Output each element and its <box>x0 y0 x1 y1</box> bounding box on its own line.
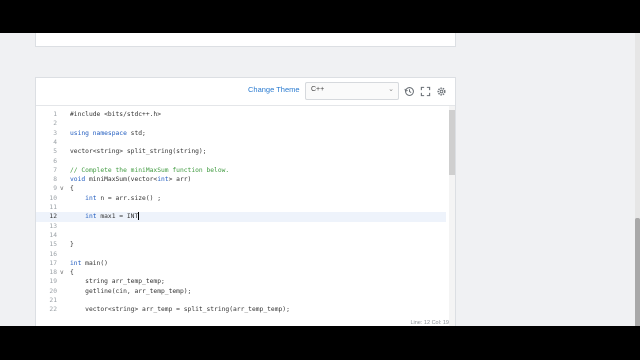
editor-scrollbar[interactable] <box>449 106 455 326</box>
editor-scrollbar-thumb[interactable] <box>449 110 455 175</box>
line-number: 7 <box>53 166 57 174</box>
code-line[interactable]: 13 <box>36 222 446 231</box>
line-number: 2 <box>53 120 57 128</box>
code-line[interactable]: 21 <box>36 296 446 305</box>
code-line[interactable]: 5 vector<string> split_string(string); <box>36 147 446 156</box>
line-number: 13 <box>49 222 57 230</box>
code-line[interactable]: 2 <box>36 119 446 128</box>
line-number: 11 <box>49 204 57 211</box>
chevron-down-icon: ⌄ <box>388 86 394 93</box>
line-number: 10 <box>49 194 57 202</box>
fullscreen-icon[interactable] <box>420 86 431 97</box>
code-text: { <box>70 269 74 277</box>
text-cursor <box>138 212 140 221</box>
change-theme-link[interactable]: Change Theme <box>248 85 300 94</box>
line-number: 22 <box>49 306 57 314</box>
code-text: // Complete the miniMaxSum function belo… <box>70 166 230 174</box>
code-line[interactable]: 19 string arr_temp_temp; <box>36 277 446 286</box>
code-line[interactable]: 22 vector<string> arr_temp = split_strin… <box>36 305 446 314</box>
fold-toggle-icon[interactable]: v <box>60 184 64 193</box>
code-text: void miniMaxSum(vector<int> arr) <box>70 176 192 184</box>
code-text: vector<string> arr_temp = split_string(a… <box>70 306 290 314</box>
code-text: int main() <box>70 259 108 267</box>
line-number: 18 <box>49 269 57 277</box>
editor-toolbar: Change Theme C++ ⌄ <box>36 78 455 106</box>
line-number: 12 <box>49 213 57 221</box>
code-line[interactable]: 10 int n = arr.size() ; <box>36 194 446 203</box>
line-number: 9 <box>53 185 57 193</box>
code-text: int max1 = INT <box>85 212 140 221</box>
code-text: int n = arr.size() ; <box>85 194 161 202</box>
code-line[interactable]: 8 void miniMaxSum(vector<int> arr) <box>36 175 446 184</box>
code-line[interactable]: 14 <box>36 231 446 240</box>
page-scrollbar[interactable] <box>635 33 640 326</box>
code-text: } <box>70 241 74 249</box>
code-text: string arr_temp_temp; <box>70 278 165 286</box>
fold-toggle-icon[interactable]: v <box>60 268 64 277</box>
language-select-value: C++ <box>311 86 325 93</box>
line-number: 19 <box>49 278 57 286</box>
settings-icon[interactable] <box>436 86 447 97</box>
history-icon[interactable] <box>404 86 415 97</box>
code-line[interactable]: 17 int main() <box>36 259 446 268</box>
code-line[interactable]: 1 #include <bits/stdc++.h> <box>36 110 446 119</box>
code-line[interactable]: 9 v { <box>36 184 446 193</box>
line-number: 1 <box>53 111 57 118</box>
code-line[interactable]: 4 <box>36 138 446 147</box>
previous-section-card <box>35 33 456 47</box>
line-number: 20 <box>49 287 57 295</box>
line-number: 14 <box>49 231 57 239</box>
code-line[interactable]: 11 <box>36 203 446 212</box>
code-line[interactable]: 7 // Complete the miniMaxSum function bel… <box>36 166 446 175</box>
page-scrollbar-thumb[interactable] <box>635 218 640 326</box>
code-editor-panel: Change Theme C++ ⌄ Line: 12 Col: 19 1 #i… <box>35 77 456 326</box>
code-text: vector<string> split_string(string); <box>70 148 207 156</box>
code-text: { <box>70 185 74 193</box>
line-number: 21 <box>49 297 57 304</box>
line-number: 4 <box>53 138 57 146</box>
code-text: using namespace std; <box>70 129 146 137</box>
code-line[interactable]: 20 getline(cin, arr_temp_temp); <box>36 287 446 296</box>
code-line[interactable]: 16 <box>36 250 446 259</box>
language-select[interactable]: C++ ⌄ <box>305 82 399 100</box>
cursor-status: Line: 12 Col: 19 <box>410 320 449 326</box>
code-line[interactable]: 3 using namespace std; <box>36 129 446 138</box>
code-line[interactable]: 18 v { <box>36 268 446 277</box>
line-number: 6 <box>53 157 57 165</box>
code-area[interactable]: Line: 12 Col: 19 1 #include <bits/stdc++.… <box>36 106 455 326</box>
code-line[interactable]: 15} <box>36 240 446 249</box>
code-line[interactable]: 12 int max1 = INT <box>36 212 446 222</box>
code-text: #include <bits/stdc++.h> <box>70 111 161 118</box>
code-text: getline(cin, arr_temp_temp); <box>70 287 192 295</box>
line-number: 16 <box>49 250 57 258</box>
line-number: 5 <box>53 148 57 156</box>
code-line[interactable]: 6 <box>36 157 446 166</box>
line-number: 17 <box>49 259 57 267</box>
line-number: 15 <box>49 241 57 249</box>
page-background: Change Theme C++ ⌄ Line: 12 Col: 19 1 #i… <box>0 33 640 326</box>
line-number: 3 <box>53 129 57 137</box>
line-number: 8 <box>53 176 57 184</box>
